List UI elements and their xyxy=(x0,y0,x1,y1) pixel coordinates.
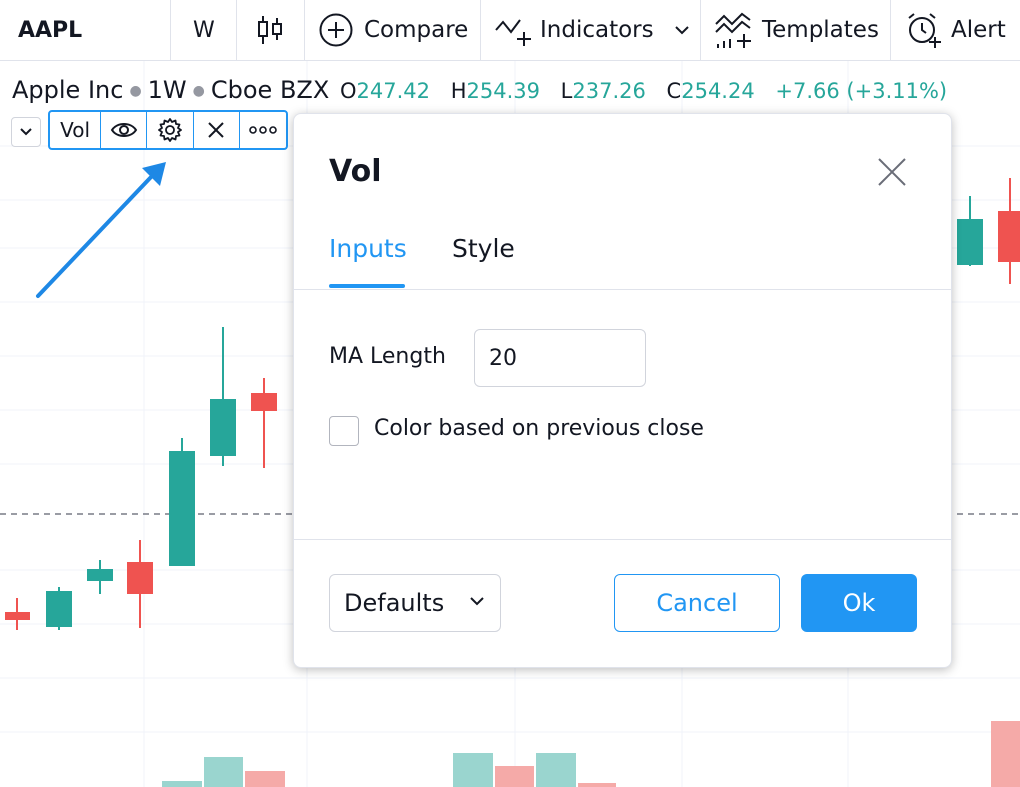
toolbar-divider xyxy=(170,0,171,60)
footer-divider xyxy=(294,539,951,540)
more-horizontal-icon xyxy=(249,126,277,134)
separator-dot: ● xyxy=(192,83,205,99)
volume-bar xyxy=(578,783,616,787)
candle-body xyxy=(210,399,236,456)
change-value: +7.66 (+3.11%) xyxy=(775,79,948,103)
volume-bar xyxy=(991,721,1020,787)
interval-label: W xyxy=(193,17,215,43)
chevron-down-icon xyxy=(675,26,689,35)
candles-icon xyxy=(258,16,282,44)
indicators-dropdown-button[interactable] xyxy=(673,0,691,60)
volume-indicator-legend: Vol xyxy=(48,110,288,150)
compare-label: Compare xyxy=(364,17,469,43)
ok-button[interactable]: Ok xyxy=(801,574,917,632)
toolbar-divider xyxy=(890,0,891,60)
indicator-settings-dialog: Vol Inputs Style MA Length Color based o… xyxy=(293,113,952,668)
templates-label: Templates xyxy=(762,17,879,43)
indicator-name[interactable]: Vol xyxy=(50,112,102,148)
ma-length-label: MA Length xyxy=(329,344,446,369)
separator-dot: ● xyxy=(129,83,142,99)
candle-body xyxy=(87,569,113,581)
symbol-interval: 1W xyxy=(147,76,187,104)
low-value: L237.26 xyxy=(560,79,646,103)
close-value: C254.24 xyxy=(666,79,755,103)
tab-inputs[interactable]: Inputs xyxy=(329,234,407,263)
color-based-checkbox-label[interactable]: Color based on previous close xyxy=(374,416,704,441)
visibility-toggle-button[interactable] xyxy=(101,112,148,148)
close-icon[interactable] xyxy=(874,154,910,190)
candle-body xyxy=(5,612,30,620)
annotation-arrow xyxy=(36,162,166,298)
symbol-label: AAPL xyxy=(18,17,83,43)
high-value: H254.39 xyxy=(450,79,540,103)
candle-body xyxy=(46,591,72,627)
templates-button[interactable]: Templates xyxy=(714,0,879,60)
toolbar-divider xyxy=(236,0,237,60)
volume-bar xyxy=(204,757,243,787)
close-icon xyxy=(208,122,224,138)
more-options-button[interactable] xyxy=(240,112,286,148)
chevron-down-icon xyxy=(20,128,32,136)
templates-icon xyxy=(715,12,751,48)
candle-body xyxy=(169,451,195,566)
toolbar-divider xyxy=(480,0,481,60)
candle-body xyxy=(251,393,277,411)
chevron-down-icon xyxy=(470,597,484,606)
alert-button[interactable]: Alert xyxy=(905,0,1006,60)
gear-icon xyxy=(158,118,182,142)
defaults-dropdown-button[interactable]: Defaults xyxy=(329,574,501,632)
alarm-clock-icon xyxy=(908,13,941,48)
dialog-tabs: Inputs Style xyxy=(294,226,951,290)
cancel-button[interactable]: Cancel xyxy=(614,574,780,632)
tab-style[interactable]: Style xyxy=(452,234,515,263)
interval-button[interactable]: W xyxy=(193,0,215,60)
defaults-label: Defaults xyxy=(344,589,445,617)
chart-type-button[interactable] xyxy=(256,0,284,60)
toolbar-divider xyxy=(700,0,701,60)
symbol-legend[interactable]: Apple Inc ● 1W ● Cboe BZX xyxy=(12,76,329,104)
ma-length-input[interactable] xyxy=(474,329,646,387)
compare-button[interactable]: Compare xyxy=(318,0,468,60)
volume-bar xyxy=(453,753,493,787)
active-tab-indicator xyxy=(329,284,405,288)
eye-icon xyxy=(110,123,137,137)
open-value: O247.42 xyxy=(340,79,431,103)
settings-button[interactable] xyxy=(147,112,194,148)
ohlc-values: O247.42 H254.39 L237.26 C254.24 +7.66 (+… xyxy=(340,79,947,103)
toolbar-divider xyxy=(304,0,305,60)
indicators-label: Indicators xyxy=(540,17,654,43)
volume-bar xyxy=(536,753,576,787)
plus-circle-icon xyxy=(319,13,353,47)
volume-bars xyxy=(162,721,1020,787)
symbol-exchange: Cboe BZX xyxy=(210,76,330,104)
symbol-search-button[interactable]: AAPL xyxy=(18,0,82,60)
volume-bar xyxy=(495,766,534,787)
volume-bar xyxy=(245,771,285,787)
top-toolbar: AAPL W Compare Indicators Templates Aler… xyxy=(0,0,1020,61)
candle-body xyxy=(957,219,983,265)
volume-bar xyxy=(162,781,202,787)
alert-label: Alert xyxy=(951,17,1006,43)
color-based-checkbox[interactable] xyxy=(329,416,359,446)
candle-body xyxy=(127,562,153,594)
indicators-icon xyxy=(495,19,531,46)
candle-body xyxy=(998,211,1020,262)
remove-indicator-button[interactable] xyxy=(194,112,240,148)
indicators-button[interactable]: Indicators xyxy=(494,0,654,60)
legend-collapse-button[interactable] xyxy=(11,117,41,147)
symbol-name: Apple Inc xyxy=(12,76,124,104)
dialog-title: Vol xyxy=(329,154,382,189)
